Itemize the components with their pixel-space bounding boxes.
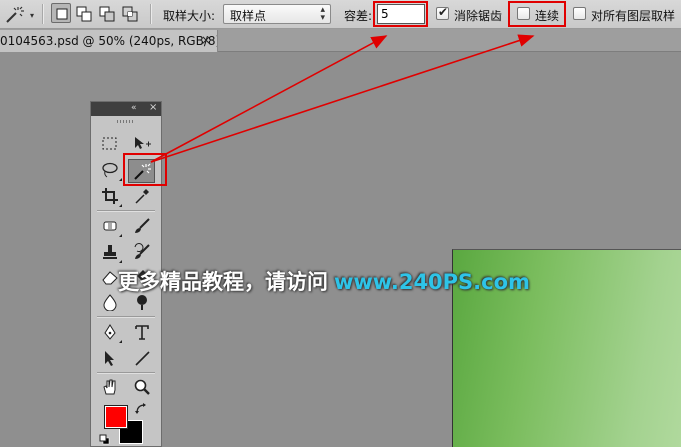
arrow-to-contiguous <box>150 34 535 163</box>
annotation-arrows <box>150 34 535 163</box>
watermark: 更多精品教程，请访问 www.240PS.com <box>118 266 530 296</box>
watermark-site: www.240PS.com <box>334 270 530 294</box>
watermark-text: 更多精品教程，请访问 <box>118 270 328 294</box>
arrow-to-tolerance <box>150 35 388 163</box>
